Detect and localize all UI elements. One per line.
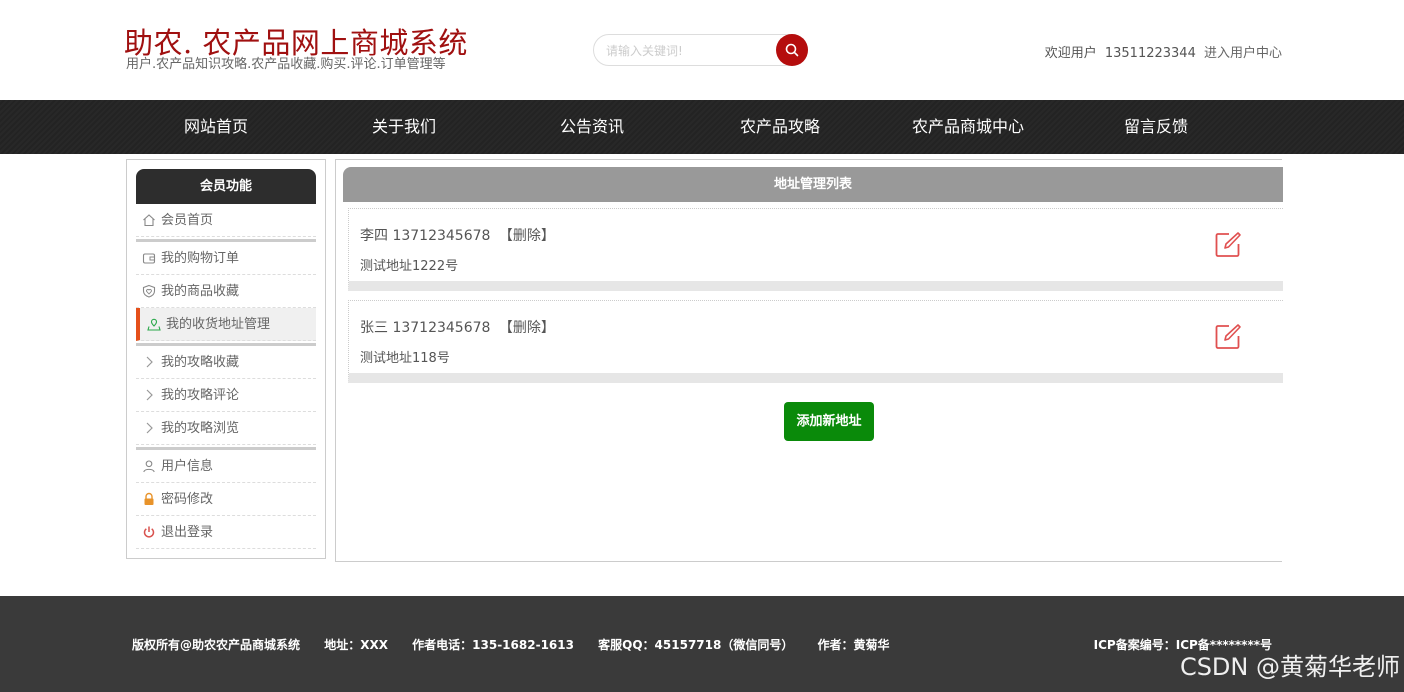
lock-icon — [142, 492, 156, 506]
sidebar-item-logout[interactable]: 退出登录 — [136, 516, 316, 549]
welcome-label: 欢迎用户 — [1044, 46, 1097, 61]
sidebar-item-label: 我的商品收藏 — [161, 283, 240, 299]
address-contact: 张三 13712345678 【删除】 — [360, 317, 555, 337]
sidebar-item-label: 密码修改 — [161, 491, 214, 507]
address-panel: 地址管理列表 李四 13712345678 【删除】 测试地址1222号 张三 … — [335, 159, 1283, 562]
user-info: 欢迎用户 13511223344 进入用户中心 — [1041, 42, 1282, 61]
sidebar-item-guide-favorites[interactable]: 我的攻略收藏 — [136, 346, 316, 379]
sidebar-item-guide-history[interactable]: 我的攻略浏览 — [136, 412, 316, 445]
search-button[interactable] — [776, 34, 808, 66]
footer-author: 作者：黄菊华 — [817, 638, 890, 652]
address-list-title: 地址管理列表 — [343, 167, 1283, 202]
sidebar-item-member-home[interactable]: 会员首页 — [136, 204, 316, 237]
sidebar-item-label: 我的攻略收藏 — [161, 354, 240, 370]
main-area: 会员功能 会员首页 我的购物订单 我的商品收藏 我的收货地址管理 我的攻略收藏 … — [0, 154, 1404, 596]
sidebar-item-user-info[interactable]: 用户信息 — [136, 450, 316, 483]
sidebar-item-favorites[interactable]: 我的商品收藏 — [136, 275, 316, 308]
nav-item-guides[interactable]: 农产品攻略 — [686, 100, 874, 154]
wallet-icon — [142, 251, 156, 265]
footer-phone: 作者电话：135-1682-1613 — [412, 638, 574, 652]
address-detail: 测试地址1222号 — [360, 259, 459, 274]
address-contact: 李四 13712345678 【删除】 — [360, 225, 555, 245]
sidebar-item-label: 用户信息 — [161, 458, 214, 474]
power-icon — [142, 525, 156, 539]
member-sidebar: 会员功能 会员首页 我的购物订单 我的商品收藏 我的收货地址管理 我的攻略收藏 … — [126, 159, 326, 559]
sidebar-item-label: 我的收货地址管理 — [166, 316, 271, 332]
search-box — [593, 34, 808, 66]
footer-copyright: 版权所有@助农农产品商城系统 — [132, 638, 301, 652]
nav-item-about[interactable]: 关于我们 — [310, 100, 498, 154]
user-icon — [142, 459, 156, 473]
nav-item-shop[interactable]: 农产品商城中心 — [874, 100, 1062, 154]
footer-qq: 客服QQ：45157718（微信同号） — [598, 638, 794, 652]
user-center-link[interactable]: 进入用户中心 — [1204, 46, 1282, 61]
nav-item-news[interactable]: 公告资讯 — [498, 100, 686, 154]
site-header: 助农. 农产品网上商城系统 用户.农产品知识攻略.农产品收藏.购买.评论.订单管… — [0, 0, 1404, 100]
sidebar-item-password[interactable]: 密码修改 — [136, 483, 316, 516]
sidebar-item-label: 会员首页 — [161, 212, 214, 228]
main-nav: 网站首页 关于我们 公告资讯 农产品攻略 农产品商城中心 留言反馈 — [0, 100, 1404, 154]
sidebar-item-address[interactable]: 我的收货地址管理 — [136, 308, 316, 341]
nav-item-feedback[interactable]: 留言反馈 — [1062, 100, 1250, 154]
add-address-button[interactable]: 添加新地址 — [784, 402, 874, 441]
sidebar-title: 会员功能 — [136, 169, 316, 204]
footer-info: 版权所有@助农农产品商城系统 地址：XXX 作者电话：135-1682-1613… — [132, 636, 910, 653]
sidebar-item-orders[interactable]: 我的购物订单 — [136, 242, 316, 275]
footer-address: 地址：XXX — [324, 638, 388, 652]
sidebar-item-label: 我的攻略浏览 — [161, 420, 240, 436]
site-logo-subtitle: 用户.农产品知识攻略.农产品收藏.购买.评论.订单管理等 — [126, 57, 446, 72]
address-card: 张三 13712345678 【删除】 测试地址118号 — [348, 300, 1283, 383]
delete-address-link[interactable]: 【删除】 — [499, 228, 555, 244]
address-phone: 13712345678 — [392, 228, 491, 244]
edit-icon[interactable] — [1214, 323, 1242, 351]
sidebar-item-label: 退出登录 — [161, 524, 214, 540]
address-name: 李四 — [360, 228, 388, 244]
address-phone: 13712345678 — [392, 320, 491, 336]
sidebar-item-guide-comments[interactable]: 我的攻略评论 — [136, 379, 316, 412]
nav-item-home[interactable]: 网站首页 — [122, 100, 310, 154]
shield-heart-icon — [142, 284, 156, 298]
search-icon — [785, 43, 799, 57]
search-input[interactable] — [606, 41, 771, 61]
sidebar-item-label: 我的购物订单 — [161, 250, 240, 266]
site-footer: 版权所有@助农农产品商城系统 地址：XXX 作者电话：135-1682-1613… — [0, 596, 1404, 692]
chevron-right-icon — [142, 355, 156, 369]
chevron-right-icon — [142, 388, 156, 402]
home-icon — [142, 213, 156, 227]
address-detail: 测试地址118号 — [360, 351, 450, 366]
username: 13511223344 — [1104, 46, 1196, 61]
delete-address-link[interactable]: 【删除】 — [499, 320, 555, 336]
location-icon — [147, 317, 161, 331]
address-card: 李四 13712345678 【删除】 测试地址1222号 — [348, 208, 1283, 291]
edit-icon[interactable] — [1214, 231, 1242, 259]
sidebar-item-label: 我的攻略评论 — [161, 387, 240, 403]
chevron-right-icon — [142, 421, 156, 435]
address-name: 张三 — [360, 320, 388, 336]
csdn-watermark: CSDN @黄菊华老师 — [1179, 653, 1400, 681]
